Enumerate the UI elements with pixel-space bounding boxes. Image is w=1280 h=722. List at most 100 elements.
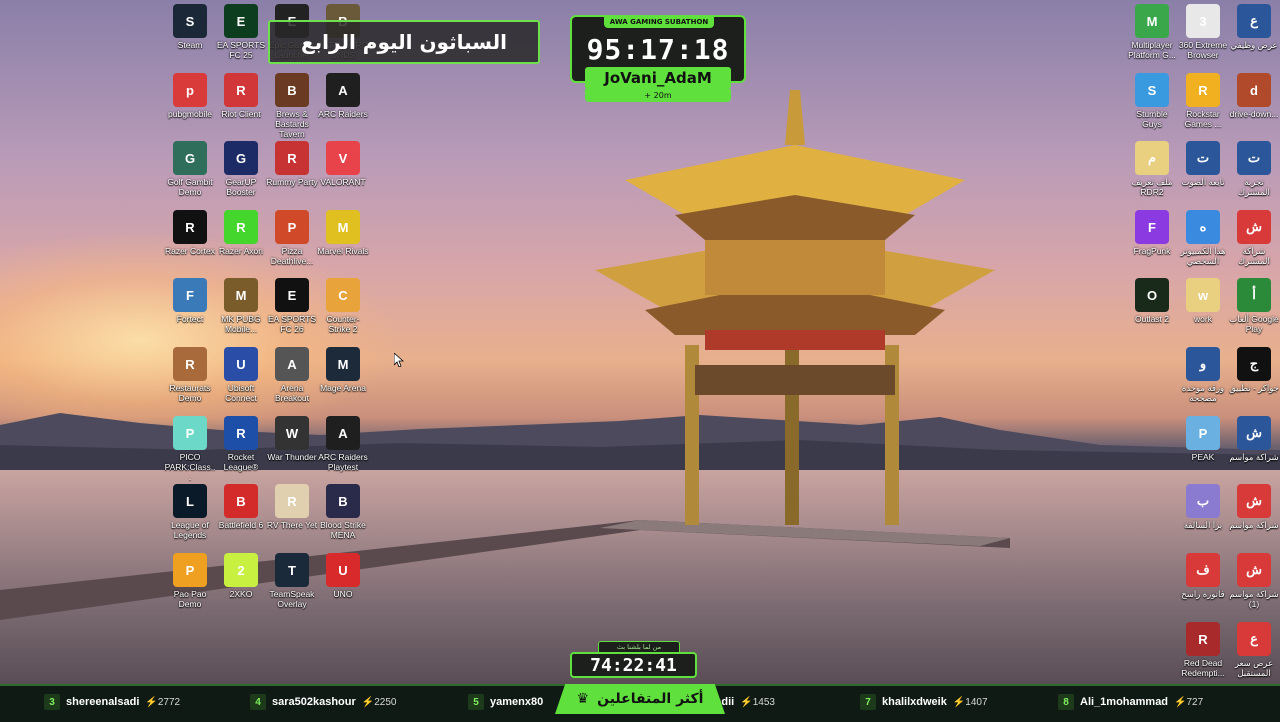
desktop-shortcut[interactable]: E EA SPORTS FC 25 bbox=[215, 4, 267, 60]
desktop-shortcut[interactable]: S Stumble Guys bbox=[1126, 73, 1178, 129]
desktop-shortcut-label: Riot Client bbox=[221, 109, 261, 119]
desktop-shortcut[interactable]: ب برا السالفة bbox=[1177, 484, 1229, 530]
riot-icon: R bbox=[224, 73, 258, 107]
desktop-shortcut[interactable]: ه هذا الكمبيوتر الشخصي bbox=[1177, 210, 1229, 266]
desktop-shortcut-label: برا السالفة bbox=[1183, 520, 1223, 530]
fragpunk-icon: F bbox=[1135, 210, 1169, 244]
desktop-shortcut[interactable]: R RV There Yet bbox=[266, 484, 318, 530]
desktop-shortcut[interactable]: F Fortect bbox=[164, 278, 216, 324]
desktop-shortcut-label: Steam bbox=[177, 40, 203, 50]
desktop-shortcut-label: Stumble Guys bbox=[1136, 109, 1168, 129]
desktop-shortcut[interactable]: و ورقة موحدة مصححة bbox=[1177, 347, 1229, 403]
pizza-icon: P bbox=[275, 210, 309, 244]
cs2-icon: C bbox=[326, 278, 360, 312]
desktop-shortcut-label: Pao Pao Demo bbox=[173, 589, 207, 609]
desktop-shortcut-label: 360 Extreme Browser bbox=[1178, 40, 1228, 60]
desktop-shortcut[interactable]: U UNO bbox=[317, 553, 369, 599]
desktop-shortcut[interactable]: B Brews & Bastards Tavern bbox=[266, 73, 318, 139]
desktop-shortcut[interactable]: R Rockstar Games ... bbox=[1177, 73, 1229, 129]
desktop-shortcut[interactable]: R Riot Client bbox=[215, 73, 267, 119]
peak-icon: P bbox=[1186, 416, 1220, 450]
rdr-icon: R bbox=[1186, 622, 1220, 656]
desktop-shortcut[interactable]: P Pao Pao Demo bbox=[164, 553, 216, 609]
war-thunder-icon: W bbox=[275, 416, 309, 450]
desktop-shortcut[interactable]: ج جواكر - تطبيق bbox=[1228, 347, 1280, 393]
leaderboard-points: ⚡1453 bbox=[740, 696, 775, 708]
arena-icon: A bbox=[275, 347, 309, 381]
desktop-shortcut-label: War Thunder bbox=[267, 452, 317, 462]
desktop-shortcut[interactable]: G Golf Gambit Demo bbox=[164, 141, 216, 197]
desktop-shortcut[interactable]: G GearUP Booster bbox=[215, 141, 267, 197]
desktop-shortcut[interactable]: A Arena Breakout bbox=[266, 347, 318, 403]
paopao-icon: P bbox=[173, 553, 207, 587]
desktop-shortcut[interactable]: ش شراكة مواسم bbox=[1228, 416, 1280, 462]
desktop-shortcut[interactable]: L League of Legends bbox=[164, 484, 216, 540]
ubisoft-icon: U bbox=[224, 347, 258, 381]
desktop-shortcut[interactable]: A ARC Raiders Playtest bbox=[317, 416, 369, 472]
pdf-icon: ش bbox=[1237, 484, 1271, 518]
arc-icon: A bbox=[326, 73, 360, 107]
desktop-shortcut[interactable]: P Pizza Deathlive... bbox=[266, 210, 318, 266]
desktop-shortcut-label: PEAK bbox=[1191, 452, 1215, 462]
desktop-shortcut-label: Counter-Strike 2 bbox=[326, 314, 360, 334]
leaderboard-entry: 3 shereenalsadi ⚡2772 bbox=[44, 692, 180, 712]
desktop-shortcut[interactable]: M MK PUBG Mobile... bbox=[215, 278, 267, 334]
desktop-shortcut[interactable]: ت تجربة المشترك bbox=[1228, 141, 1280, 197]
leaderboard-rank: 7 bbox=[860, 694, 876, 710]
desktop-shortcut[interactable]: d drive-down... bbox=[1228, 73, 1280, 119]
desktop-shortcut[interactable]: S Steam bbox=[164, 4, 216, 50]
desktop-shortcut[interactable]: ع عرض سعر المستقبل bbox=[1228, 622, 1280, 678]
desktop-shortcut[interactable]: U Ubisoft Connect bbox=[215, 347, 267, 403]
desktop-shortcut[interactable]: M Marvel Rivals bbox=[317, 210, 369, 256]
desktop-shortcut[interactable]: T TeamSpeak Overlay bbox=[266, 553, 318, 609]
leaderboard-username: Ali_1mohammad bbox=[1080, 696, 1169, 708]
desktop-shortcut-label: جواكر - تطبيق bbox=[1229, 383, 1279, 393]
desktop-shortcut[interactable]: R Red Dead Redempti... bbox=[1177, 622, 1229, 678]
desktop-shortcut[interactable]: ش شراكة المشترك bbox=[1228, 210, 1280, 266]
gearup-icon: G bbox=[224, 141, 258, 175]
desktop-shortcut-label: ألعاب Google Play bbox=[1229, 314, 1279, 334]
desktop-shortcut[interactable]: R Razer Cortex bbox=[164, 210, 216, 256]
restaurats-icon: R bbox=[173, 347, 207, 381]
word-doc-icon: ت bbox=[1186, 141, 1220, 175]
desktop-shortcut[interactable]: C Counter-Strike 2 bbox=[317, 278, 369, 334]
desktop-shortcut[interactable]: ش شراكة مواسم (1) bbox=[1228, 553, 1280, 609]
desktop-shortcut[interactable]: A ARC Raiders bbox=[317, 73, 369, 119]
marvel-icon: M bbox=[326, 210, 360, 244]
desktop-shortcut[interactable]: 2 2XKO bbox=[215, 553, 267, 599]
desktop-shortcut[interactable]: M Mage Arena bbox=[317, 347, 369, 393]
desktop-shortcut[interactable]: أ ألعاب Google Play bbox=[1228, 278, 1280, 334]
desktop-shortcut[interactable]: R Restaurats Demo bbox=[164, 347, 216, 403]
rockstar-icon: R bbox=[1186, 73, 1220, 107]
desktop-shortcut[interactable]: F FragPunk bbox=[1126, 210, 1178, 256]
desktop-shortcut[interactable]: ش شراكة مواسم bbox=[1228, 484, 1280, 530]
desktop-shortcut[interactable]: ف فاتورة راسخ bbox=[1177, 553, 1229, 599]
leaderboard-points: ⚡727 bbox=[1174, 696, 1204, 708]
desktop-shortcut[interactable]: M Multiplayer Platform G... bbox=[1126, 4, 1178, 60]
computer-icon: ه bbox=[1186, 210, 1220, 244]
desktop-shortcut[interactable]: R Rocket League® bbox=[215, 416, 267, 472]
desktop-shortcut[interactable]: ع عرض وظيفي bbox=[1228, 4, 1280, 50]
desktop-shortcut-label: Marvel Rivals bbox=[317, 246, 369, 256]
desktop-shortcut[interactable]: R Razer Axon bbox=[215, 210, 267, 256]
desktop-shortcut-label: UNO bbox=[333, 589, 353, 599]
pavilion-illustration bbox=[595, 90, 995, 525]
desktop-shortcut-label: Outlast 2 bbox=[1134, 314, 1170, 324]
desktop-shortcut[interactable]: P PICO PARK:Class... bbox=[164, 416, 216, 482]
desktop-shortcut[interactable]: E EA SPORTS FC 26 bbox=[266, 278, 318, 334]
desktop-shortcut[interactable]: 3 360 Extreme Browser bbox=[1177, 4, 1229, 60]
desktop-shortcut[interactable]: W War Thunder bbox=[266, 416, 318, 462]
desktop-shortcut[interactable]: w work bbox=[1177, 278, 1229, 324]
desktop-shortcut[interactable]: O Outlast 2 bbox=[1126, 278, 1178, 324]
pdf-icon: ف bbox=[1186, 553, 1220, 587]
desktop-shortcut[interactable]: ت تابعة الصوت bbox=[1177, 141, 1229, 187]
desktop-shortcut-label: TeamSpeak Overlay bbox=[269, 589, 315, 609]
desktop-shortcut[interactable]: م ملف تعريف RDR2 bbox=[1126, 141, 1178, 197]
desktop-shortcut[interactable]: B Battlefield 6 bbox=[215, 484, 267, 530]
desktop-shortcut[interactable]: V VALORANT bbox=[317, 141, 369, 187]
desktop-shortcut[interactable]: R Rummy Party bbox=[266, 141, 318, 187]
desktop-shortcut[interactable]: p pubgmobile bbox=[164, 73, 216, 119]
desktop-shortcut[interactable]: B Blood Strike MENA bbox=[317, 484, 369, 540]
arc-playtest-icon: A bbox=[326, 416, 360, 450]
desktop-shortcut[interactable]: P PEAK bbox=[1177, 416, 1229, 462]
